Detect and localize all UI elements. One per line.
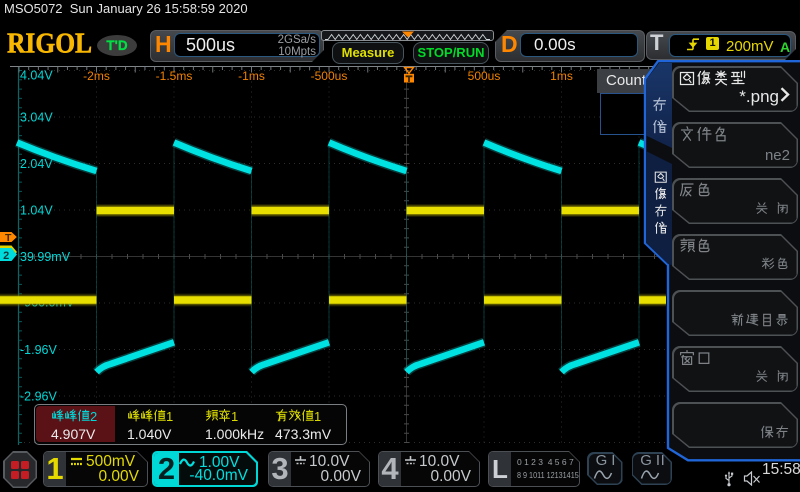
svg-text:3.04V: 3.04V xyxy=(20,111,53,125)
svg-text:1.04V: 1.04V xyxy=(20,204,53,218)
svg-text:2: 2 xyxy=(3,250,9,262)
svg-text:39.99mV: 39.99mV xyxy=(20,250,71,264)
svg-text:-1.5ms: -1.5ms xyxy=(156,69,193,83)
svg-text:-500us: -500us xyxy=(311,69,348,83)
svg-text:-2ms: -2ms xyxy=(83,69,110,83)
svg-text:T: T xyxy=(5,232,12,244)
svg-text:500us: 500us xyxy=(468,69,501,83)
svg-text:-1ms: -1ms xyxy=(238,69,265,83)
svg-text:4.04V: 4.04V xyxy=(20,69,53,83)
svg-text:-1.96V: -1.96V xyxy=(20,343,57,357)
svg-text:1ms: 1ms xyxy=(550,69,573,83)
svg-text:-2.96V: -2.96V xyxy=(20,390,57,404)
